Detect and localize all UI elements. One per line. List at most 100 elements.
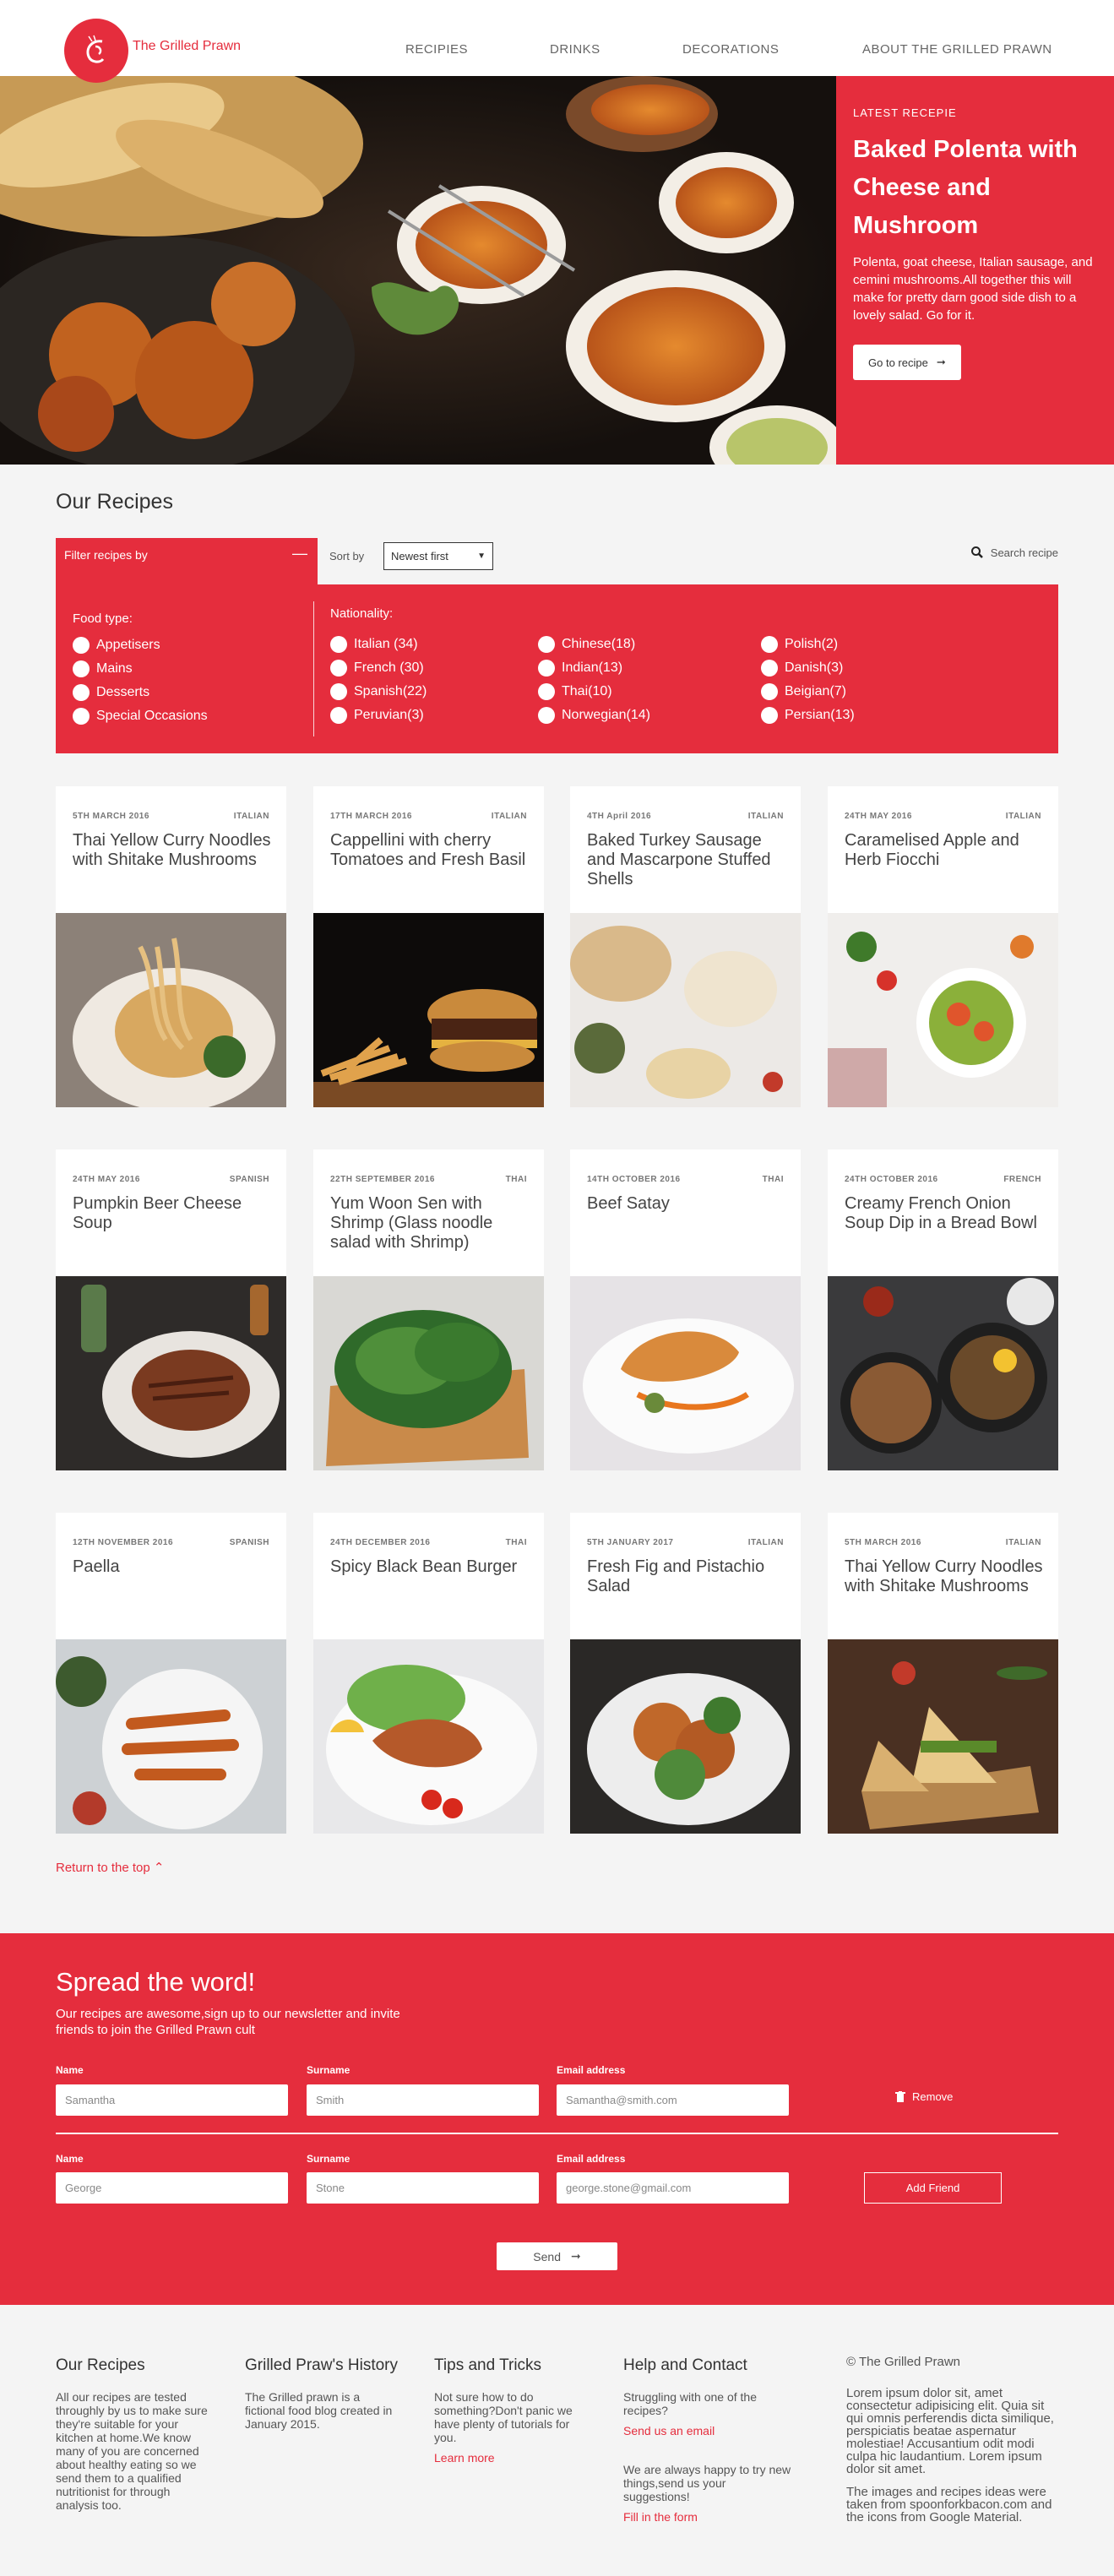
card-title[interactable]: Creamy French Onion Soup Dip in a Bread … [845, 1194, 1043, 1233]
radio-button[interactable] [330, 707, 347, 724]
radio-button[interactable] [538, 636, 555, 653]
send-button[interactable]: Send ➞ [497, 2242, 617, 2270]
footer-our-recipes: Our Recipes All our recipes are tested t… [56, 2356, 212, 2519]
food-type-special-occasions[interactable]: Special Occasions [73, 708, 208, 725]
name-field[interactable]: Samantha [56, 2084, 288, 2116]
card-meta: 24TH MAY 2016 SPANISH [73, 1175, 269, 1184]
radio-button[interactable] [73, 684, 90, 701]
nav-drinks[interactable]: DRINKS [550, 42, 600, 57]
recipe-card[interactable]: 14TH OCTOBER 2016 THAI Beef Satay [570, 1149, 801, 1470]
email-field[interactable]: Samantha@smith.com [557, 2084, 789, 2116]
nationality-option[interactable]: Indian(13) [538, 660, 622, 677]
card-title[interactable]: Spicy Black Bean Burger [330, 1557, 529, 1577]
food-type-desserts[interactable]: Desserts [73, 684, 149, 701]
hero-description: Polenta, goat cheese, Italian sausage, a… [853, 255, 1093, 323]
food-type-label: Desserts [96, 685, 150, 699]
collapse-icon[interactable]: — [292, 545, 307, 562]
friend-surname-field[interactable]: Stone [307, 2172, 539, 2204]
radio-button[interactable] [73, 708, 90, 725]
card-cuisine: SPANISH [229, 1175, 269, 1184]
nationality-option[interactable]: Spanish(22) [330, 683, 427, 700]
recipe-card[interactable]: 24TH OCTOBER 2016 FRENCH Creamy French On… [828, 1149, 1058, 1470]
card-cuisine: SPANISH [229, 1538, 269, 1547]
recipe-card[interactable]: 24TH MAY 2016 SPANISH Pumpkin Beer Cheese… [56, 1149, 286, 1470]
recipe-image [313, 1276, 544, 1470]
recipe-card[interactable]: 5TH MARCH 2016 ITALIAN Thai Yellow Curry … [56, 786, 286, 1107]
nationality-option[interactable]: Norwegian(14) [538, 707, 650, 724]
nationality-option[interactable]: Danish(3) [761, 660, 843, 677]
card-title[interactable]: Baked Turkey Sausage and Mascarpone Stuf… [587, 831, 785, 889]
remove-button[interactable]: Remove [895, 2090, 953, 2103]
radio-button[interactable] [538, 660, 555, 677]
email-link[interactable]: Send us an email [623, 2424, 715, 2437]
radio-button[interactable] [761, 636, 778, 653]
card-title[interactable]: Thai Yellow Curry Noodles with Shitake M… [73, 831, 271, 870]
add-friend-button[interactable]: Add Friend [864, 2172, 1002, 2204]
return-to-top-link[interactable]: Return to the top ⌃ [56, 1860, 165, 1875]
card-date: 22TH SEPTEMBER 2016 [330, 1175, 435, 1184]
sort-select[interactable]: Newest first ▼ [383, 542, 493, 570]
card-title[interactable]: Caramelised Apple and Herb Fiocchi [845, 831, 1043, 870]
radio-button[interactable] [761, 660, 778, 677]
nav-recipes[interactable]: RECIPIES [405, 42, 468, 57]
recipe-card[interactable]: 24TH MAY 2016 ITALIAN Caramelised Apple a… [828, 786, 1058, 1107]
card-title[interactable]: Beef Satay [587, 1194, 785, 1214]
search-recipe[interactable]: Search recipe [970, 546, 1058, 559]
card-title[interactable]: Pumpkin Beer Cheese Soup [73, 1194, 271, 1233]
nationality-option[interactable]: Beigian(7) [761, 683, 846, 700]
radio-button[interactable] [73, 637, 90, 654]
logo[interactable] [64, 19, 128, 83]
footer-text: All our recipes are tested throughly by … [56, 2390, 208, 2512]
food-type-mains[interactable]: Mains [73, 660, 133, 677]
card-title[interactable]: Fresh Fig and Pistachio Salad [587, 1557, 785, 1596]
nav-decorations[interactable]: DECORATIONS [682, 42, 779, 57]
card-title[interactable]: Cappellini with cherry Tomatoes and Fres… [330, 831, 529, 870]
recipe-card[interactable]: 24TH DECEMBER 2016 THAI Spicy Black Bean … [313, 1513, 544, 1834]
recipe-card[interactable]: 17TH MARCH 2016 ITALIAN Cappellini with c… [313, 786, 544, 1107]
recipe-card[interactable]: 5TH MARCH 2016 ITALIAN Thai Yellow Curry … [828, 1513, 1058, 1834]
recipe-card[interactable]: 12TH NOVEMBER 2016 SPANISH Paella [56, 1513, 286, 1834]
chevron-up-icon: ⌃ [153, 1861, 165, 1875]
go-to-recipe-button[interactable]: Go to recipe ➞ [853, 345, 961, 380]
radio-button[interactable] [761, 683, 778, 700]
radio-button[interactable] [330, 636, 347, 653]
radio-button[interactable] [538, 683, 555, 700]
card-title[interactable]: Yum Woon Sen with Shrimp (Glass noodle s… [330, 1194, 529, 1253]
radio-button[interactable] [330, 683, 347, 700]
nationality-option[interactable]: French (30) [330, 660, 424, 677]
filter-divider [313, 601, 314, 736]
learn-more-link[interactable]: Learn more [434, 2451, 495, 2465]
newsletter-title: Spread the word! [56, 1967, 256, 1997]
radio-button[interactable] [761, 707, 778, 724]
friend-email-field[interactable]: george.stone@gmail.com [557, 2172, 789, 2204]
form-link[interactable]: Fill in the form [623, 2510, 698, 2524]
card-title[interactable]: Paella [73, 1557, 271, 1577]
nationality-option[interactable]: Italian (34) [330, 636, 418, 653]
radio-button[interactable] [73, 660, 90, 677]
nav-about[interactable]: ABOUT THE GRILLED PRAWN [862, 42, 1052, 57]
nationality-option[interactable]: Peruvian(3) [330, 707, 424, 724]
filter-tab[interactable]: Filter recipes by — [56, 538, 318, 584]
footer-text: Lorem ipsum dolor sit, amet consectetur … [846, 2386, 1054, 2476]
surname-field[interactable]: Smith [307, 2084, 539, 2116]
recipe-card[interactable]: 5TH JANUARY 2017 ITALIAN Fresh Fig and Pi… [570, 1513, 801, 1834]
brand-name[interactable]: The Grilled Prawn [133, 39, 241, 54]
friend-name-field[interactable]: George [56, 2172, 288, 2204]
sort-select-value: Newest first [391, 550, 448, 562]
card-date: 24TH MAY 2016 [73, 1175, 140, 1184]
food-type-appetisers[interactable]: Appetisers [73, 637, 160, 654]
email-label: Email address [557, 2153, 626, 2165]
radio-button[interactable] [538, 707, 555, 724]
recipe-image [570, 913, 801, 1107]
nationality-option[interactable]: Polish(2) [761, 636, 838, 653]
nationality-option[interactable]: Chinese(18) [538, 636, 635, 653]
card-title[interactable]: Thai Yellow Curry Noodles with Shitake M… [845, 1557, 1043, 1596]
nationality-label: Persian(13) [785, 708, 855, 722]
recipe-card[interactable]: 22TH SEPTEMBER 2016 THAI Yum Woon Sen wit… [313, 1149, 544, 1470]
return-to-top-label: Return to the top [56, 1861, 150, 1875]
nationality-option[interactable]: Persian(13) [761, 707, 855, 724]
radio-button[interactable] [330, 660, 347, 677]
nationality-option[interactable]: Thai(10) [538, 683, 612, 700]
recipe-card[interactable]: 4TH April 2016 ITALIAN Baked Turkey Sausa… [570, 786, 801, 1107]
recipe-image [828, 1276, 1058, 1470]
